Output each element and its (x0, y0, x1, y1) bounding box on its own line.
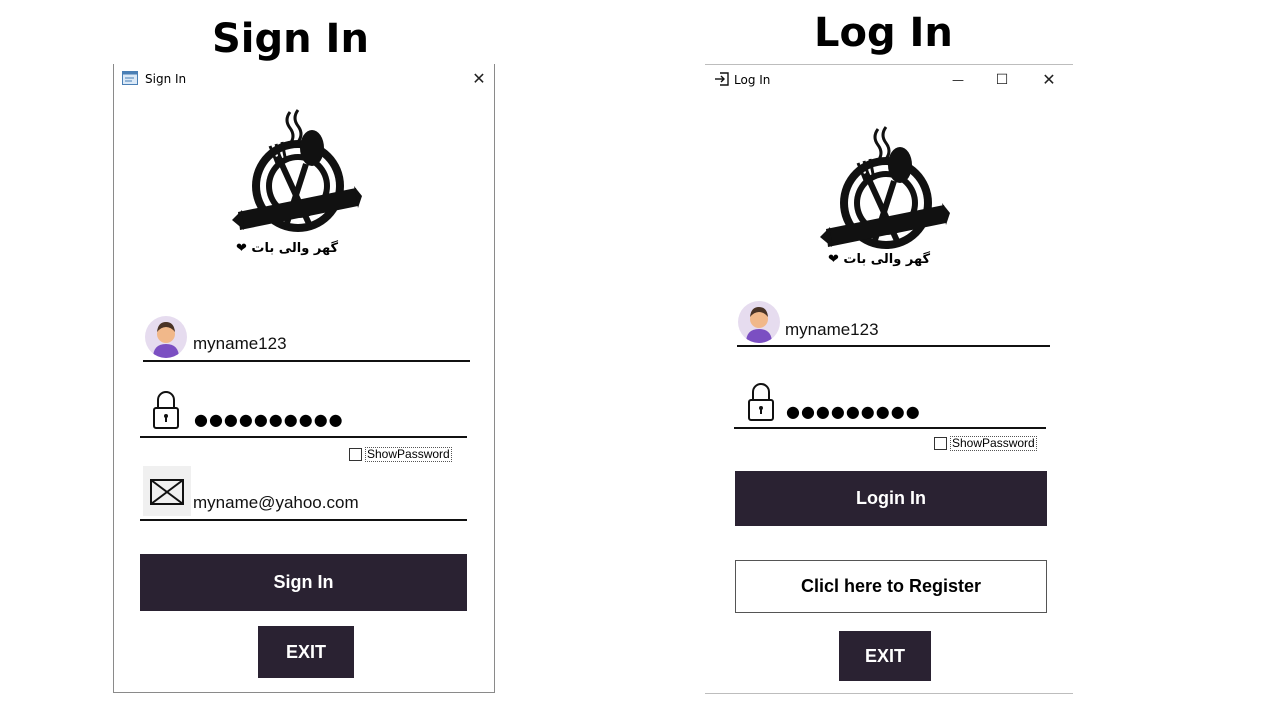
lock-icon (153, 391, 179, 429)
password-field[interactable]: ●●●●●●●●●● (194, 410, 344, 429)
close-button[interactable]: ✕ (469, 70, 489, 90)
restaurant-logo (232, 109, 362, 232)
email-underline (140, 519, 467, 521)
mail-icon-box (143, 466, 191, 516)
sign-in-titlebar: Sign In ✕ (114, 64, 494, 94)
user-avatar-icon (738, 301, 780, 343)
form-icon (122, 71, 138, 85)
logo-caption: گھر والی بات ❤ (828, 252, 931, 267)
show-password-checkbox[interactable]: ShowPassword (349, 447, 452, 462)
username-underline (143, 360, 470, 362)
sign-in-window: Sign In ✕ گھر والی بات ❤ myname123 ●●●●●… (113, 64, 495, 693)
show-password-label: ShowPassword (950, 436, 1037, 451)
lock-icon (748, 383, 774, 421)
sign-in-window-title: Sign In (145, 72, 187, 86)
password-underline (734, 427, 1046, 429)
mail-icon (150, 479, 184, 505)
email-field[interactable]: myname@yahoo.com (193, 493, 359, 513)
user-avatar-icon (145, 316, 187, 358)
username-field[interactable]: myname123 (785, 320, 879, 340)
log-in-window: Log In — ☐ ✕ گھر والی بات ❤ myname123 ●●… (705, 64, 1073, 694)
checkbox-box[interactable] (349, 448, 362, 461)
password-underline (140, 436, 467, 438)
sign-in-button[interactable]: Sign In (140, 554, 467, 611)
close-button[interactable]: ✕ (1039, 71, 1059, 91)
maximize-button[interactable]: ☐ (992, 71, 1012, 91)
show-password-label: ShowPassword (365, 447, 452, 462)
restaurant-logo (820, 126, 950, 249)
register-button[interactable]: Clicl here to Register (735, 560, 1047, 613)
exit-button[interactable]: EXIT (258, 626, 354, 678)
username-field[interactable]: myname123 (193, 334, 287, 354)
sign-in-heading: Sign In (212, 16, 369, 62)
username-underline (737, 345, 1050, 347)
login-icon (715, 72, 729, 86)
log-in-heading: Log In (814, 10, 953, 56)
checkbox-box[interactable] (934, 437, 947, 450)
login-button[interactable]: Login In (735, 471, 1047, 526)
password-field[interactable]: ●●●●●●●●● (786, 402, 921, 421)
log-in-titlebar: Log In — ☐ ✕ (705, 65, 1073, 95)
logo-caption: گھر والی بات ❤ (236, 241, 339, 256)
show-password-checkbox[interactable]: ShowPassword (934, 436, 1037, 451)
minimize-button[interactable]: — (948, 71, 968, 91)
log-in-window-title: Log In (734, 73, 771, 87)
exit-button[interactable]: EXIT (839, 631, 931, 681)
